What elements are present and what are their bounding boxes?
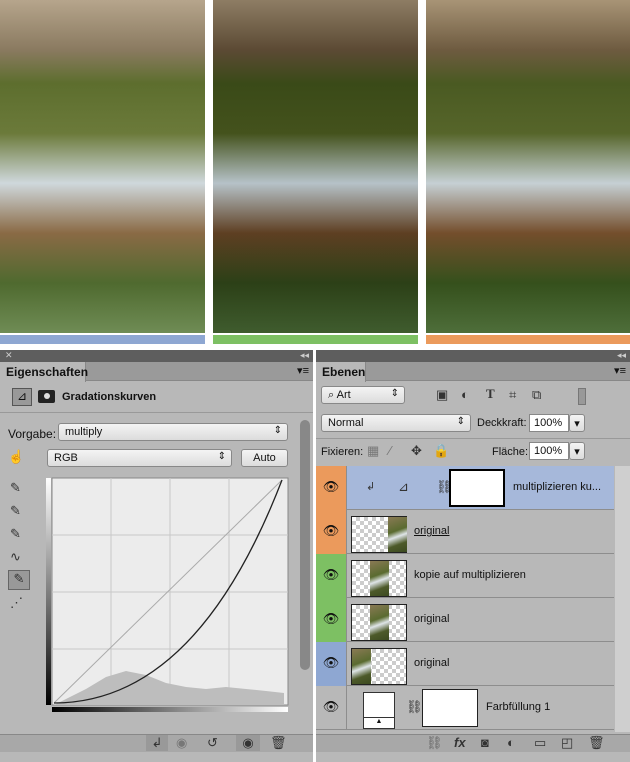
visibility-toggle[interactable]: 👁 (316, 554, 347, 598)
filter-pixel-icon[interactable]: ▣ (436, 387, 448, 403)
color-bar-green (213, 335, 418, 344)
divider (0, 412, 313, 413)
delete-layer-icon[interactable]: 🗑 (588, 735, 605, 751)
new-adjustment-icon[interactable]: ◐ (507, 735, 515, 750)
properties-footer: ↲ ◉ ↺ ◉ 🗑 (0, 734, 313, 752)
fill-type-thumbnail: ▲ (363, 692, 395, 729)
layer-name[interactable]: Farbfüllung 1 (486, 701, 550, 713)
layer-thumbnail (351, 648, 407, 685)
hand-adjust-icon[interactable]: ☝ (8, 449, 24, 465)
layer-name[interactable]: kopie auf multiplizieren (414, 569, 526, 581)
new-group-icon[interactable]: ▭ (534, 735, 546, 751)
opacity-input[interactable]: 100% (529, 414, 569, 432)
clip-to-layer-icon[interactable]: ↲ (146, 735, 168, 751)
fx-icon[interactable]: fx (454, 735, 466, 750)
reset-icon[interactable]: ↺ (207, 735, 218, 751)
panel-menu-icon[interactable]: ▾≡ (297, 364, 309, 377)
new-layer-icon[interactable]: ◰ (561, 735, 573, 751)
output-gradient (46, 478, 51, 705)
visibility-toggle[interactable]: 👁 (316, 598, 347, 642)
visibility-icon[interactable]: ◉ (236, 735, 260, 751)
lock-transparency-icon[interactable]: ▦ (367, 443, 379, 459)
visibility-toggle[interactable]: 👁 (316, 686, 347, 730)
layer-thumbnail (351, 560, 407, 597)
layer-thumbnail (351, 516, 407, 553)
layer-thumbnail (351, 604, 407, 641)
preset-label: Vorgabe: (8, 427, 57, 441)
filter-smartobject-icon[interactable]: ⧉ (532, 387, 541, 403)
layer-row-curves[interactable]: 👁 ↲ ⊿ ⛓ multiplizieren ku... (316, 466, 614, 510)
collapse-icon[interactable]: ◂◂ (617, 350, 626, 361)
layers-footer: ⛓ fx ◙ ◐ ▭ ◰ 🗑 (316, 734, 630, 752)
tab-properties[interactable]: Eigenschaften (0, 362, 88, 382)
photo-corrected (426, 0, 630, 333)
layer-row-fill[interactable]: 👁 ▲ ⛓ Farbfüllung 1 (316, 686, 614, 730)
curve-point-icon[interactable]: ∿ (10, 549, 21, 565)
layer-name[interactable]: original (414, 525, 449, 537)
scrollbar[interactable] (615, 466, 630, 732)
color-bar-blue (0, 335, 205, 344)
fill-input[interactable]: 100% (529, 442, 569, 460)
fill-dropdown[interactable]: ▾ (569, 442, 585, 460)
visibility-toggle[interactable]: 👁 (316, 510, 347, 554)
lock-position-icon[interactable]: ✥ (411, 443, 422, 459)
link-icon[interactable]: ⛓ (406, 699, 423, 715)
add-mask-icon[interactable]: ◙ (481, 735, 489, 750)
blend-mode-select[interactable]: Normal ⇕ (321, 414, 471, 432)
adjustment-title: Gradationskurven (62, 391, 157, 403)
visibility-toggle[interactable]: 👁 (316, 642, 347, 686)
layer-filter-select[interactable]: ⌕ Art ⇕ (321, 386, 405, 404)
view-previous-icon[interactable]: ◉ (176, 735, 187, 751)
lock-all-icon[interactable]: 🔒 (433, 443, 449, 459)
pencil-icon[interactable]: ✎ (8, 570, 30, 590)
filter-adjustment-icon[interactable]: ◐ (461, 387, 469, 402)
photo-multiplied (213, 0, 418, 333)
smooth-icon[interactable]: ⋰ (10, 595, 23, 611)
tab-layers[interactable]: Ebenen (316, 362, 366, 382)
input-gradient (52, 707, 288, 712)
collapse-icon[interactable]: ◂◂ (300, 350, 309, 361)
clipping-arrow-icon: ↲ (366, 481, 376, 493)
layer-name[interactable]: multiplizieren ku... (513, 481, 601, 493)
visibility-toggle[interactable]: 👁 (316, 466, 347, 510)
mask-icon[interactable] (38, 390, 55, 403)
filter-shape-icon[interactable]: ⌗ (509, 387, 516, 403)
photo-original (0, 0, 205, 333)
layer-row[interactable]: 👁 original (316, 642, 614, 686)
layer-name[interactable]: original (414, 657, 449, 669)
curves-layer-icon: ⊿ (398, 479, 409, 494)
opacity-dropdown[interactable]: ▾ (569, 414, 585, 432)
layer-row[interactable]: 👁 original (316, 510, 614, 554)
curves-icon[interactable]: ⊿ (12, 388, 32, 406)
filter-toggle[interactable] (578, 388, 586, 405)
opacity-label: Deckkraft: (477, 417, 527, 429)
layer-row[interactable]: 👁 kopie auf multiplizieren (316, 554, 614, 598)
scrollbar[interactable] (300, 420, 310, 670)
eyedropper-black-icon[interactable]: ✎ (10, 480, 21, 496)
eyedropper-gray-icon[interactable]: ✎ (10, 503, 21, 519)
layer-list: 👁 ↲ ⊿ ⛓ multiplizieren ku... 👁 original … (316, 466, 630, 732)
layer-mask-thumbnail[interactable] (422, 689, 478, 727)
curves-graph[interactable] (46, 477, 290, 713)
layer-mask-thumbnail[interactable] (449, 469, 505, 507)
filter-type-icon[interactable]: T (486, 386, 495, 402)
lock-label: Fixieren: (321, 446, 364, 458)
delete-icon[interactable]: 🗑 (270, 735, 287, 751)
layer-row[interactable]: 👁 original (316, 598, 614, 642)
properties-panel: ✕ ◂◂ Eigenschaften ▾≡ ⊿ Gradationskurven V… (0, 350, 313, 762)
preset-select[interactable]: multiply ⇕ (58, 423, 288, 441)
channel-select[interactable]: RGB ⇕ (47, 449, 232, 467)
auto-button[interactable]: Auto (241, 449, 288, 467)
layer-name[interactable]: original (414, 613, 449, 625)
close-icon[interactable]: ✕ (5, 350, 13, 361)
lock-pixels-icon[interactable]: ⁄ (389, 443, 391, 458)
color-bar-orange (426, 335, 630, 344)
fill-label: Fläche: (492, 446, 529, 458)
eyedropper-white-icon[interactable]: ✎ (10, 526, 21, 542)
panel-menu-icon[interactable]: ▾≡ (614, 364, 626, 377)
layers-panel: ◂◂ Ebenen ▾≡ ⌕ Art ⇕ ▣ ◐ T ⌗ ⧉ Normal ⇕ Dec… (316, 350, 630, 762)
divider (316, 438, 630, 439)
link-layers-icon[interactable]: ⛓ (426, 735, 443, 751)
